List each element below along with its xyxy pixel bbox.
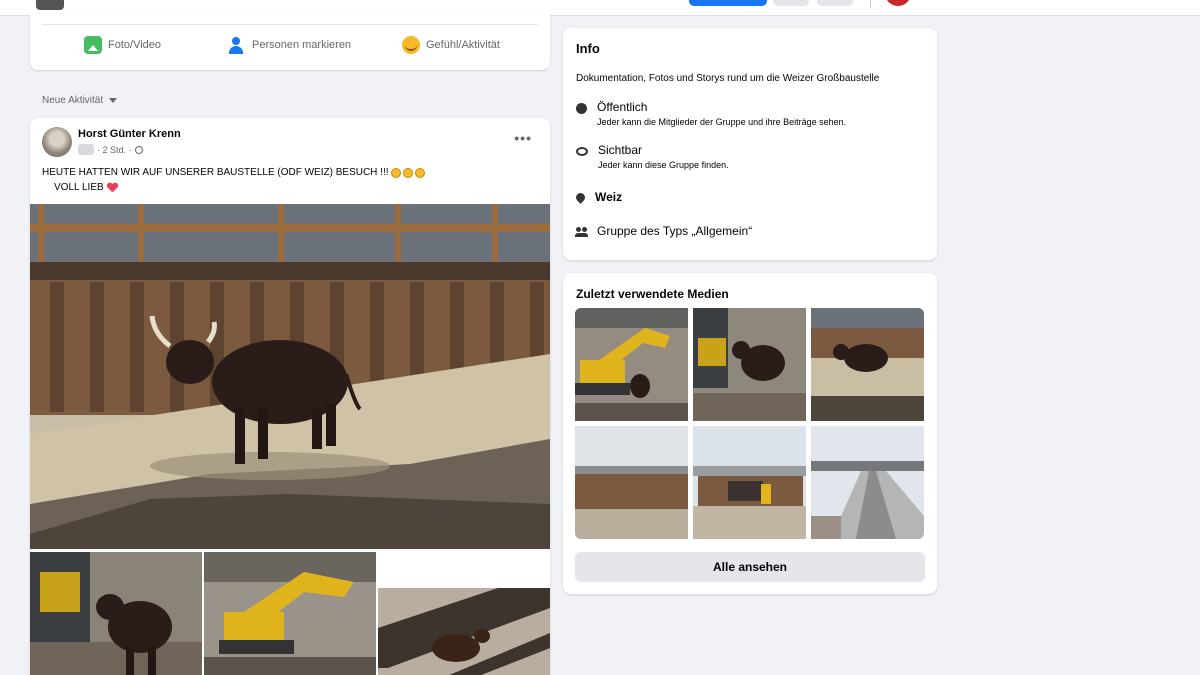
tag-people-button[interactable]: Personen markieren bbox=[228, 36, 351, 54]
post-text-line2: VOLL LIEB bbox=[54, 182, 117, 193]
yellow-excavator-photo bbox=[204, 552, 376, 675]
privacy-description: Jeder kann die Mitglieder der Gruppe und… bbox=[597, 117, 847, 127]
globe-icon bbox=[576, 103, 587, 114]
site-overview-photo bbox=[693, 426, 806, 539]
feed-sort-dropdown[interactable]: Neue Aktivität bbox=[42, 95, 118, 106]
media-tile[interactable] bbox=[693, 308, 806, 421]
visibility-title: Sichtbar bbox=[598, 143, 643, 157]
feed-sort-label: Neue Aktivität bbox=[42, 95, 104, 106]
author-avatar[interactable] bbox=[42, 127, 72, 157]
more-button[interactable] bbox=[817, 0, 853, 6]
excavator-cow-photo bbox=[30, 552, 202, 675]
post-thumbnail[interactable] bbox=[378, 588, 550, 675]
visibility-row: Sichtbar Jeder kann diese Gruppe finden. bbox=[576, 143, 729, 170]
privacy-title: Öffentlich bbox=[597, 100, 648, 114]
divider bbox=[870, 0, 871, 8]
excavator-photo bbox=[575, 308, 688, 421]
laughing-emoji-icon bbox=[390, 167, 401, 178]
divider bbox=[42, 24, 538, 25]
construction-pit-photo bbox=[575, 426, 688, 539]
location-pin-icon bbox=[574, 191, 587, 204]
post-main-photo[interactable] bbox=[30, 204, 550, 549]
media-tile[interactable] bbox=[811, 308, 924, 421]
post-author[interactable]: Horst Günter Krenn bbox=[78, 128, 181, 140]
media-tile[interactable] bbox=[693, 426, 806, 539]
post-thumbnail[interactable] bbox=[30, 552, 202, 675]
group-type: Gruppe des Typs „Allgemein“ bbox=[597, 224, 753, 238]
feed-post: Horst Günter Krenn · 2 Std. · ••• HEUTE … bbox=[30, 118, 550, 675]
highland-cow-photo bbox=[30, 204, 550, 549]
privacy-row: Öffentlich Jeder kann die Mitglieder der… bbox=[576, 100, 846, 127]
caret-down-icon bbox=[109, 98, 118, 103]
feeling-activity-button[interactable]: Gefühl/Aktivität bbox=[402, 36, 500, 54]
post-options-button[interactable]: ••• bbox=[514, 130, 532, 146]
post-text: HEUTE HATTEN WIR AUF UNSERER BAUSTELLE (… bbox=[42, 167, 389, 178]
see-all-media-button[interactable]: Alle ansehen bbox=[575, 552, 925, 582]
cow-excavator-photo bbox=[693, 308, 806, 421]
join-button[interactable] bbox=[689, 0, 767, 6]
feeling-activity-label: Gefühl/Aktivität bbox=[426, 39, 500, 51]
profile-avatar[interactable] bbox=[885, 0, 911, 6]
laughing-emoji-icon bbox=[414, 167, 425, 178]
group-info-card: Info Dokumentation, Fotos und Storys run… bbox=[563, 28, 937, 260]
tag-people-label: Personen markieren bbox=[252, 39, 352, 51]
post-text: VOLL LIEB bbox=[54, 182, 104, 193]
cow-wall-photo bbox=[811, 308, 924, 421]
globe-icon bbox=[134, 145, 143, 154]
recent-media-title: Zuletzt verwendete Medien bbox=[576, 287, 729, 301]
group-avatar[interactable] bbox=[36, 0, 64, 10]
person-tag-icon bbox=[228, 36, 246, 54]
media-tile[interactable] bbox=[575, 308, 688, 421]
location-name[interactable]: Weiz bbox=[595, 190, 622, 204]
post-composer: Foto/Video Personen markieren Gefühl/Akt… bbox=[30, 14, 550, 70]
smiley-icon bbox=[402, 36, 420, 54]
photo-video-label: Foto/Video bbox=[108, 39, 162, 51]
cow-from-above-photo bbox=[378, 588, 550, 675]
laughing-emoji-icon bbox=[402, 167, 413, 178]
group-people-icon bbox=[575, 227, 588, 238]
post-meta: · 2 Std. · bbox=[78, 144, 143, 155]
visibility-description: Jeder kann diese Gruppe finden. bbox=[598, 160, 729, 170]
media-tile[interactable] bbox=[575, 426, 688, 539]
share-button[interactable] bbox=[773, 0, 809, 6]
info-title: Info bbox=[576, 41, 600, 56]
heart-emoji-icon bbox=[107, 183, 117, 192]
group-member-icon bbox=[78, 144, 94, 155]
media-tile[interactable] bbox=[811, 426, 924, 539]
post-text-line1: HEUTE HATTEN WIR AUF UNSERER BAUSTELLE (… bbox=[42, 167, 425, 178]
post-time[interactable]: · 2 Std. · bbox=[97, 145, 132, 155]
concrete-channel-photo bbox=[811, 426, 924, 539]
photo-video-button[interactable]: Foto/Video bbox=[84, 36, 161, 54]
media-grid bbox=[575, 308, 925, 539]
group-type-row: Gruppe des Typs „Allgemein“ bbox=[575, 224, 753, 238]
post-thumbnail[interactable] bbox=[204, 552, 376, 675]
recent-media-card: Zuletzt verwendete Medien Alle ansehen bbox=[563, 273, 937, 594]
group-description: Dokumentation, Fotos und Storys rund um … bbox=[576, 73, 880, 84]
eye-icon bbox=[576, 147, 588, 156]
photo-icon bbox=[84, 36, 102, 54]
location-row: Weiz bbox=[574, 190, 622, 204]
